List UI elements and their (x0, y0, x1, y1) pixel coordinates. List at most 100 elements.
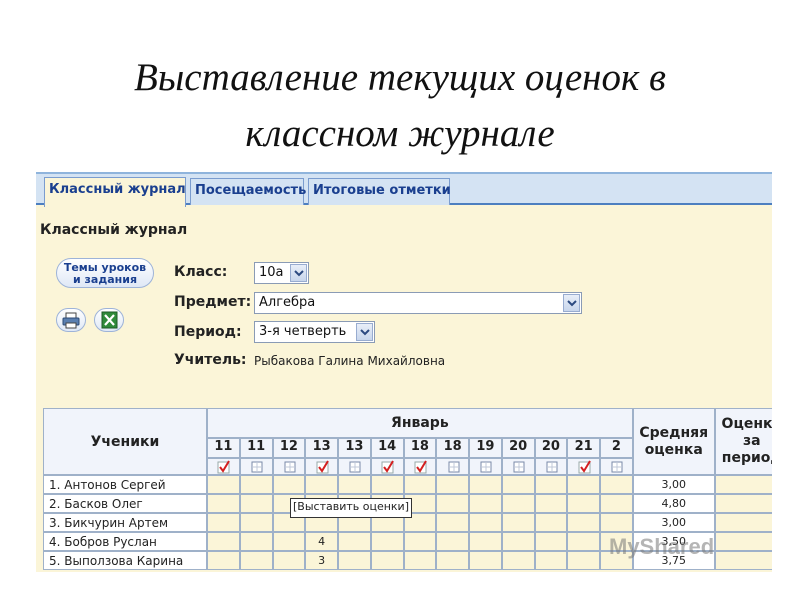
topics-button[interactable]: Темы уроков и задания (56, 258, 154, 288)
checkbox-icon (284, 461, 296, 473)
tab-attendance[interactable]: Посещаемость (190, 178, 306, 205)
checkbox-icon (448, 461, 460, 473)
grade-cell[interactable] (469, 532, 502, 551)
grade-cell[interactable] (501, 475, 535, 494)
grade-cell[interactable] (207, 494, 240, 513)
grade-cell[interactable] (272, 475, 306, 494)
grade-cell[interactable] (272, 532, 306, 551)
grade-cell[interactable] (370, 475, 404, 494)
grade-cell[interactable] (436, 551, 469, 570)
grade-cell[interactable] (436, 513, 469, 532)
grade-cell[interactable] (239, 494, 273, 513)
grade-cell[interactable] (403, 532, 437, 551)
student-name[interactable]: 5. Выползова Карина (43, 551, 207, 570)
tab-class-journal[interactable]: Классный журнал (44, 177, 186, 207)
student-name[interactable]: 2. Басков Олег (43, 494, 207, 513)
grade-cell[interactable] (436, 532, 469, 551)
grade-cell[interactable] (501, 532, 535, 551)
period-grade-cell[interactable] (714, 475, 772, 494)
day-check-cell[interactable] (567, 458, 600, 475)
period-grade-cell[interactable] (714, 513, 772, 532)
period-grade-cell[interactable] (714, 494, 772, 513)
day-check-cell[interactable] (501, 458, 535, 475)
grade-cell[interactable] (239, 532, 273, 551)
grade-cell[interactable] (567, 475, 600, 494)
grade-cell[interactable] (207, 532, 240, 551)
grade-cell[interactable] (338, 475, 371, 494)
grade-cell[interactable] (501, 513, 535, 532)
day-header: 18 (403, 438, 437, 458)
period-grade-cell[interactable] (714, 551, 772, 570)
grade-cell[interactable] (403, 475, 437, 494)
day-header: 20 (534, 438, 568, 458)
checkmark-icon (316, 460, 329, 474)
grade-cell[interactable] (600, 494, 633, 513)
grade-cell[interactable] (534, 513, 568, 532)
period-select[interactable]: 3-я четверть (254, 321, 375, 343)
grade-cell[interactable] (370, 551, 404, 570)
set-marks-tooltip: [Выставить оценки] (290, 498, 412, 518)
grade-cell[interactable]: 3 (305, 551, 338, 570)
grade-cell[interactable] (534, 551, 568, 570)
grade-cell[interactable] (469, 475, 502, 494)
day-check-cell[interactable] (272, 458, 306, 475)
grade-cell[interactable] (567, 494, 600, 513)
excel-button[interactable] (94, 308, 124, 332)
day-check-cell[interactable] (239, 458, 273, 475)
grade-cell[interactable] (338, 532, 371, 551)
grade-cell[interactable] (305, 475, 338, 494)
grade-cell[interactable] (469, 513, 502, 532)
grade-cell[interactable] (370, 532, 404, 551)
grade-cell[interactable] (436, 494, 469, 513)
day-check-cell[interactable] (600, 458, 633, 475)
grade-cell[interactable] (239, 551, 273, 570)
grade-cell[interactable] (469, 494, 502, 513)
grade-cell[interactable] (403, 551, 437, 570)
grade-cell[interactable] (436, 475, 469, 494)
student-name[interactable]: 3. Бикчурин Артем (43, 513, 207, 532)
grade-cell[interactable] (600, 475, 633, 494)
day-check-cell[interactable] (370, 458, 404, 475)
print-button[interactable] (56, 308, 86, 332)
day-check-cell[interactable] (207, 458, 240, 475)
subject-select[interactable]: Алгебра (254, 292, 582, 314)
grade-cell[interactable] (600, 513, 633, 532)
grade-cell[interactable] (534, 494, 568, 513)
grade-cell[interactable] (207, 551, 240, 570)
grade-cell[interactable] (338, 551, 371, 570)
average-value: 3,00 (632, 475, 715, 494)
day-check-cell[interactable] (469, 458, 502, 475)
class-select-value: 10а (259, 265, 284, 280)
day-check-cell[interactable] (436, 458, 469, 475)
class-select[interactable]: 10а (254, 262, 309, 284)
day-check-cell[interactable] (534, 458, 568, 475)
tab-final-marks[interactable]: Итоговые отметки (308, 178, 451, 205)
printer-icon (62, 312, 80, 329)
day-check-cell[interactable] (338, 458, 371, 475)
grade-cell[interactable] (207, 513, 240, 532)
period-grade-cell[interactable] (714, 532, 772, 551)
average-header: Средняя оценка (632, 408, 715, 475)
grade-cell[interactable] (469, 551, 502, 570)
grade-cell[interactable] (567, 532, 600, 551)
grade-cell[interactable] (501, 551, 535, 570)
grade-cell[interactable] (534, 475, 568, 494)
grade-cell[interactable] (567, 513, 600, 532)
day-check-cell[interactable] (305, 458, 338, 475)
subject-select-value: Алгебра (259, 295, 316, 310)
student-name[interactable]: 1. Антонов Сергей (43, 475, 207, 494)
month-header: Январь (207, 408, 633, 438)
grade-cell[interactable] (207, 475, 240, 494)
grade-cell[interactable] (239, 475, 273, 494)
grade-cell[interactable] (567, 551, 600, 570)
checkmark-icon (381, 460, 394, 474)
day-check-cell[interactable] (403, 458, 437, 475)
grade-cell[interactable] (239, 513, 273, 532)
grade-cell[interactable] (501, 494, 535, 513)
grade-cell[interactable] (534, 532, 568, 551)
student-name[interactable]: 4. Бобров Руслан (43, 532, 207, 551)
period-header-text: период (721, 450, 772, 466)
day-header: 18 (436, 438, 469, 458)
grade-cell[interactable] (272, 551, 306, 570)
grade-cell[interactable]: 4 (305, 532, 338, 551)
